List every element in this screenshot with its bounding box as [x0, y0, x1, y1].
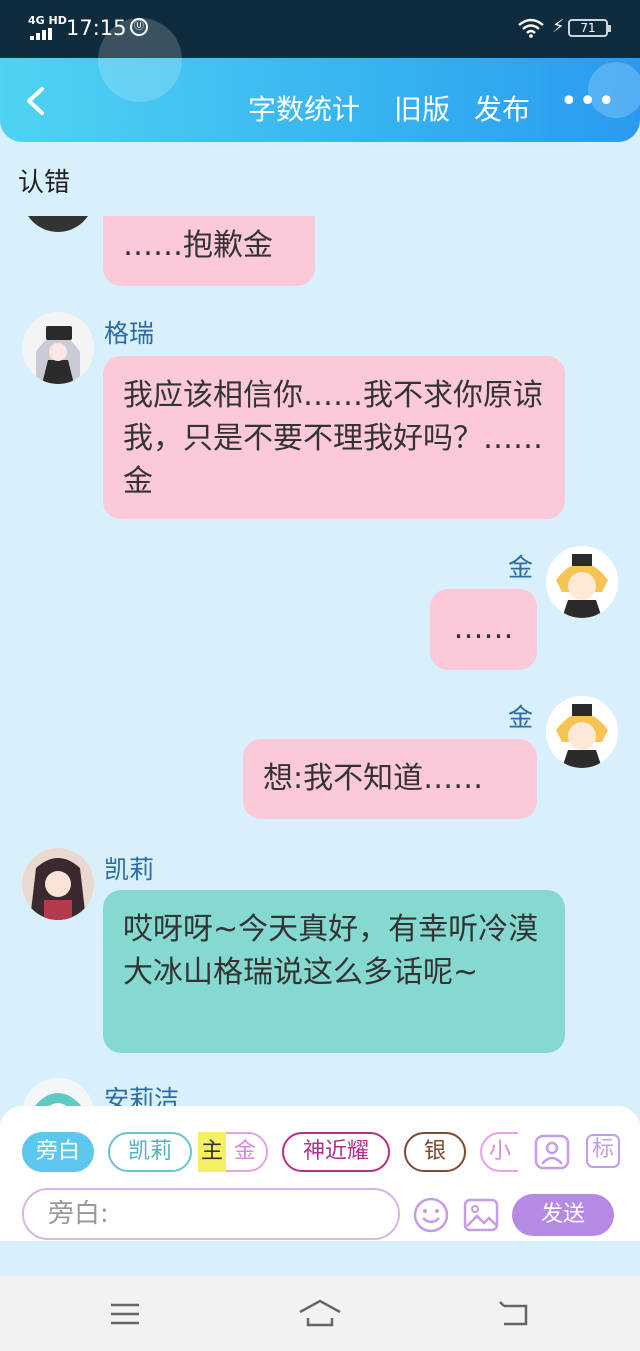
- signal-icon: [30, 28, 52, 40]
- role-chip-yin[interactable]: 银: [404, 1132, 466, 1172]
- menu-icon[interactable]: [110, 1302, 140, 1326]
- avatar[interactable]: [22, 312, 94, 384]
- decor-bubble: [98, 18, 182, 102]
- avatar[interactable]: [546, 546, 618, 618]
- avatar-image-icon: [22, 1078, 94, 1106]
- avatar-image-icon: [546, 696, 618, 768]
- message-input[interactable]: 旁白:: [22, 1188, 400, 1240]
- role-chip-kaili[interactable]: 凯莉: [108, 1132, 192, 1172]
- send-button[interactable]: 发送: [512, 1194, 614, 1236]
- old-version-button[interactable]: 旧版: [394, 88, 450, 128]
- word-count-button[interactable]: 字数统计: [248, 88, 360, 128]
- sender-name: 金: [508, 553, 534, 582]
- system-nav-bar: [0, 1276, 640, 1351]
- avatar[interactable]: [546, 696, 618, 768]
- network-indicator: 4G HD: [28, 14, 67, 27]
- charging-icon: ⚡: [552, 16, 565, 37]
- sender-name: 金: [508, 703, 534, 732]
- battery-indicator: 71: [568, 19, 611, 37]
- main-role-tag: 主: [198, 1132, 226, 1172]
- more-menu-icon[interactable]: •••: [560, 84, 616, 119]
- role-chip-narration[interactable]: 旁白: [22, 1132, 94, 1172]
- status-bar: 4G HD 17:15 Ⓤ ⚡ 71: [0, 0, 640, 58]
- composer-panel: 旁白 凯莉 金 主 神近耀 银 小 标 旁白: 发送: [0, 1106, 640, 1241]
- avatar-image-icon: [546, 546, 618, 618]
- page-title: 认错: [18, 168, 71, 198]
- avatar-image-icon: [22, 848, 94, 920]
- home-icon[interactable]: [298, 1298, 342, 1328]
- avatar-image-icon: [22, 312, 94, 384]
- avatar[interactable]: [22, 1078, 94, 1106]
- publish-button[interactable]: 发布: [474, 88, 530, 128]
- emoji-icon[interactable]: [412, 1196, 450, 1234]
- sender-name: 安莉洁: [104, 1085, 180, 1106]
- message-bubble[interactable]: 我应该相信你……我不求你原谅我，只是不要不理我好吗？……金: [103, 356, 565, 519]
- avatar[interactable]: [22, 848, 94, 920]
- message-bubble[interactable]: ……抱歉金: [103, 216, 315, 286]
- message-bubble[interactable]: 哎呀呀~今天真好，有幸听冷漠大冰山格瑞说这么多话呢~: [103, 890, 565, 1053]
- message-bubble[interactable]: ……: [430, 589, 537, 670]
- sender-name: 凯莉: [104, 855, 155, 884]
- top-bar: 字数统计 旧版 发布 •••: [0, 18, 640, 142]
- tag-label-button[interactable]: 标: [586, 1134, 620, 1168]
- sender-name: 格瑞: [104, 319, 155, 348]
- avatar[interactable]: [22, 216, 94, 232]
- image-icon[interactable]: [462, 1196, 500, 1234]
- message-bubble[interactable]: 想:我不知道……: [243, 739, 537, 819]
- character-icon[interactable]: [534, 1134, 570, 1170]
- back-icon[interactable]: [498, 1300, 530, 1328]
- chat-list[interactable]: ……抱歉金 格瑞 我应该相信你……我不求你原谅我，只是不要不理我好吗？……金 金…: [0, 216, 640, 1106]
- back-arrow-icon[interactable]: [22, 86, 50, 116]
- role-chip-shenjinyao[interactable]: 神近耀: [282, 1132, 390, 1172]
- role-chip-more[interactable]: 小: [480, 1132, 518, 1172]
- wifi-icon: [518, 18, 544, 38]
